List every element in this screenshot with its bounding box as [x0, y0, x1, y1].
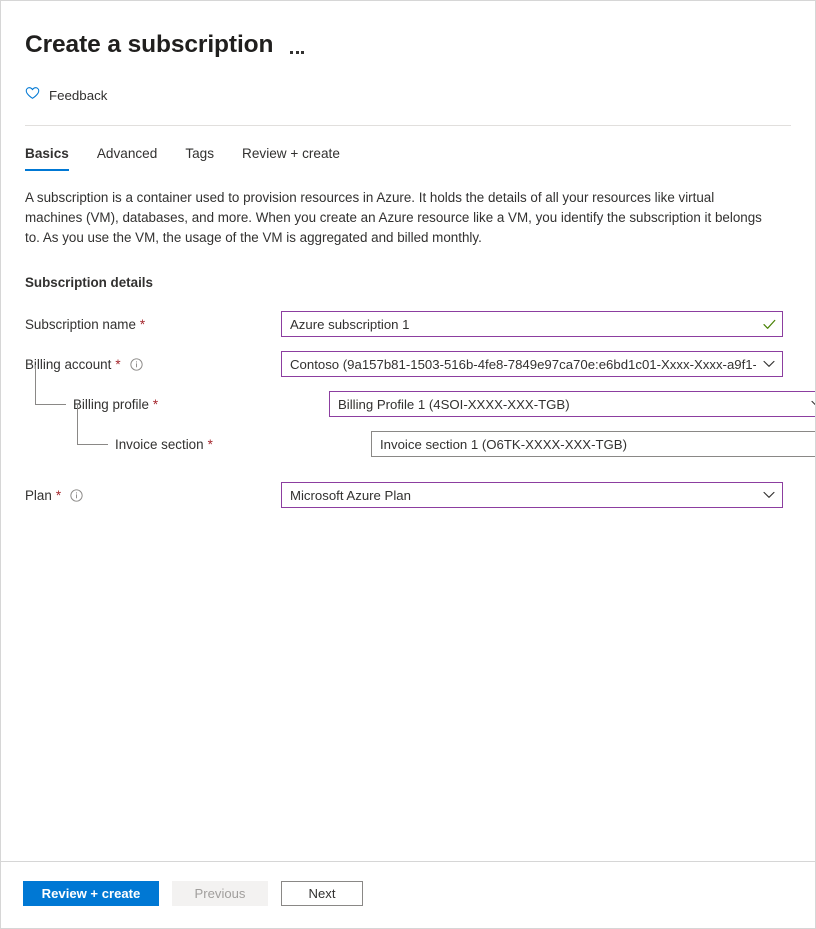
billing-profile-value: Billing Profile 1 (4SOI-XXXX-XXX-TGB) — [330, 397, 804, 412]
subscription-details-form: Subscription name * — [25, 311, 791, 508]
info-icon[interactable] — [70, 489, 83, 502]
label-invoice-section: Invoice section * — [25, 431, 371, 457]
tree-connector-vertical — [77, 405, 78, 445]
tab-advanced[interactable]: Advanced — [83, 142, 171, 171]
form-row-billing-account: Billing account * Contoso (9a157b81-1503… — [25, 351, 791, 377]
footer-button-group: Review + create Previous Next — [1, 862, 815, 928]
tree-connector-horizontal — [35, 404, 66, 405]
label-plan: Plan * — [25, 482, 281, 508]
next-button[interactable]: Next — [281, 881, 363, 906]
subscription-name-input[interactable] — [282, 312, 756, 336]
heart-icon — [25, 86, 40, 105]
title-row: Create a subscription — [25, 31, 791, 59]
required-marker: * — [208, 437, 213, 452]
form-row-billing-profile: Billing profile * Billing Profile 1 (4SO… — [25, 391, 791, 417]
label-text: Subscription name — [25, 317, 136, 332]
label-text: Billing account — [25, 357, 111, 372]
feedback-label: Feedback — [49, 88, 107, 103]
plan-dropdown[interactable]: Microsoft Azure Plan — [281, 482, 783, 508]
review-create-button[interactable]: Review + create — [23, 881, 159, 906]
label-billing-profile: Billing profile * — [25, 391, 329, 417]
page-title: Create a subscription — [25, 31, 273, 59]
description-text: A subscription is a container used to pr… — [25, 188, 773, 248]
form-row-plan: Plan * Microsoft Azure Plan — [25, 482, 791, 508]
create-subscription-blade: Create a subscription Feedback Basics Ad… — [0, 0, 816, 929]
field-cell: Microsoft Azure Plan — [281, 482, 791, 508]
tree-connector-horizontal — [77, 444, 108, 445]
form-row-subscription-name: Subscription name * — [25, 311, 791, 337]
invoice-section-value: Invoice section 1 (O6TK-XXXX-XXX-TGB) — [372, 437, 816, 452]
chevron-down-icon — [756, 360, 782, 368]
label-billing-account: Billing account * — [25, 351, 281, 377]
label-text: Plan — [25, 488, 52, 503]
label-text: Invoice section — [115, 437, 204, 452]
tab-bar: Basics Advanced Tags Review + create — [1, 142, 815, 171]
required-marker: * — [56, 488, 61, 503]
checkmark-icon — [756, 319, 782, 330]
header-divider — [25, 125, 791, 126]
tab-tags[interactable]: Tags — [171, 142, 228, 171]
label-text: Billing profile — [73, 397, 149, 412]
field-cell: Invoice section 1 (O6TK-XXXX-XXX-TGB) — [371, 431, 816, 457]
chevron-down-icon — [804, 400, 816, 408]
required-marker: * — [115, 357, 120, 372]
invoice-section-dropdown[interactable]: Invoice section 1 (O6TK-XXXX-XXX-TGB) — [371, 431, 816, 457]
billing-account-value: Contoso (9a157b81-1503-516b-4fe8-7849e97… — [282, 357, 756, 372]
subscription-name-input-wrapper[interactable] — [281, 311, 783, 337]
tree-connector-vertical — [35, 365, 36, 405]
field-cell: Billing Profile 1 (4SOI-XXXX-XXX-TGB) — [329, 391, 816, 417]
label-subscription-name: Subscription name * — [25, 311, 281, 337]
blade-content: A subscription is a container used to pr… — [1, 188, 815, 508]
blade-footer: Review + create Previous Next — [1, 861, 815, 928]
info-icon[interactable] — [130, 358, 143, 371]
form-row-invoice-section: Invoice section * Invoice section 1 (O6T… — [25, 431, 791, 457]
ellipsis-icon[interactable] — [287, 32, 307, 58]
required-marker: * — [140, 317, 145, 332]
field-cell — [281, 311, 791, 337]
required-marker: * — [153, 397, 158, 412]
billing-account-dropdown[interactable]: Contoso (9a157b81-1503-516b-4fe8-7849e97… — [281, 351, 783, 377]
tab-basics[interactable]: Basics — [25, 142, 83, 171]
tab-review-create[interactable]: Review + create — [228, 142, 354, 171]
plan-value: Microsoft Azure Plan — [282, 488, 756, 503]
blade-header: Create a subscription Feedback — [1, 1, 815, 126]
chevron-down-icon — [756, 491, 782, 499]
billing-profile-dropdown[interactable]: Billing Profile 1 (4SOI-XXXX-XXX-TGB) — [329, 391, 816, 417]
previous-button: Previous — [172, 881, 268, 906]
field-cell: Contoso (9a157b81-1503-516b-4fe8-7849e97… — [281, 351, 791, 377]
section-title-subscription-details: Subscription details — [25, 275, 791, 290]
feedback-button[interactable]: Feedback — [25, 86, 107, 105]
